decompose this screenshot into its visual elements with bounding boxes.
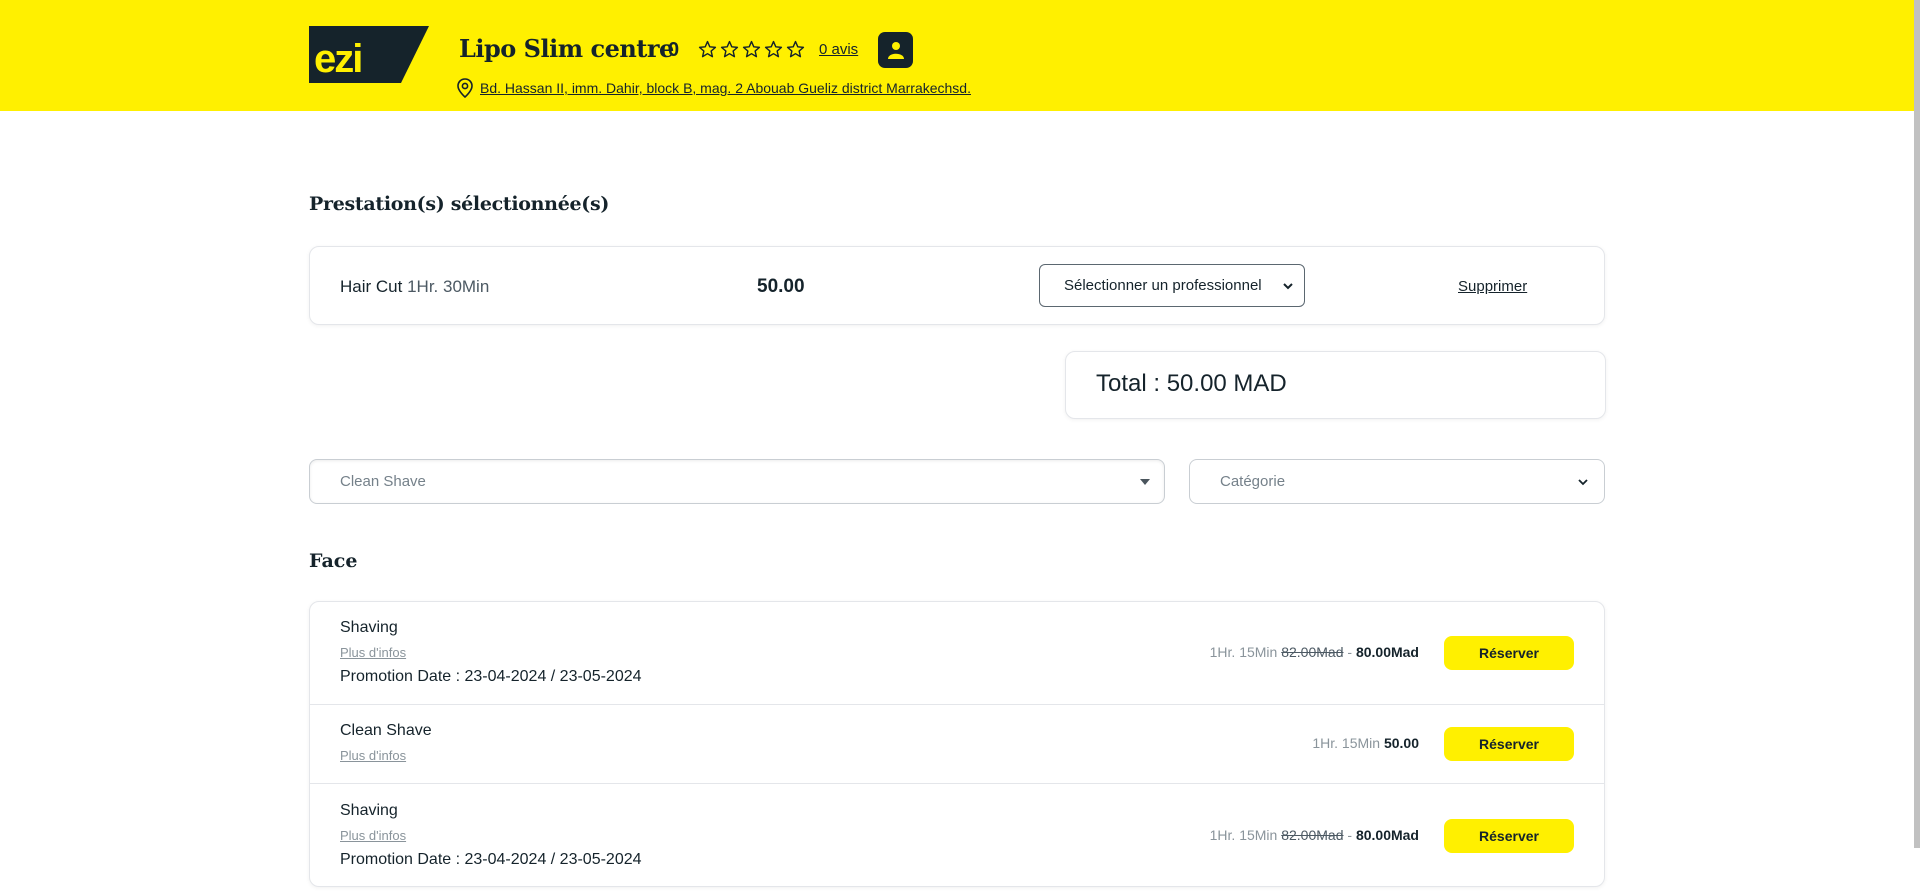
star-icon bbox=[764, 40, 783, 58]
service-name: Hair Cut bbox=[340, 277, 403, 296]
service-row-name: Shaving bbox=[340, 802, 398, 819]
service-row-price: 50.00 bbox=[1383, 735, 1419, 751]
service-row: Shaving Plus d'infos Promotion Date : 23… bbox=[310, 784, 1604, 886]
service-row-name: Clean Shave bbox=[340, 722, 432, 739]
category-group-title: Face bbox=[309, 550, 358, 572]
rating-stars bbox=[698, 40, 805, 59]
price-separator: - bbox=[1343, 644, 1356, 660]
selected-service-name: Hair Cut 1Hr. 30Min bbox=[340, 277, 489, 297]
service-row-duration: 1Hr. 15Min bbox=[1209, 644, 1282, 660]
user-icon bbox=[887, 42, 904, 59]
star-icon bbox=[698, 40, 717, 58]
business-name: Lipo Slim centre bbox=[459, 34, 674, 63]
chevron-down-icon bbox=[1578, 479, 1588, 486]
delete-service-link[interactable]: Supprimer bbox=[1458, 278, 1527, 295]
star-icon bbox=[786, 40, 805, 58]
service-list: Shaving Plus d'infos Promotion Date : 23… bbox=[309, 601, 1605, 887]
service-row-duration: 1Hr. 15Min bbox=[1209, 827, 1282, 843]
new-price: 80.00Mad bbox=[1355, 644, 1419, 660]
service-row-pricing: 1Hr. 15Min 50.00 bbox=[1312, 735, 1419, 751]
service-search-select[interactable]: Clean Shave bbox=[309, 459, 1165, 504]
professional-select-label: Sélectionner un professionnel bbox=[1064, 277, 1262, 294]
star-icon bbox=[742, 40, 761, 58]
price-separator: - bbox=[1343, 827, 1356, 843]
total-amount: Total : 50.00 MAD bbox=[1096, 370, 1287, 397]
promotion-date: Promotion Date : 23-04-2024 / 23-05-2024 bbox=[340, 851, 642, 868]
professional-select[interactable]: Sélectionner un professionnel bbox=[1039, 264, 1305, 307]
rating-value: 0 bbox=[668, 39, 680, 61]
location-pin-icon bbox=[457, 78, 473, 98]
reserve-button[interactable]: Réserver bbox=[1444, 636, 1574, 670]
logo-text: ezi bbox=[314, 37, 361, 81]
selected-service-card: Hair Cut 1Hr. 30Min 50.00 Sélectionner u… bbox=[309, 246, 1605, 325]
service-row: Shaving Plus d'infos Promotion Date : 23… bbox=[310, 602, 1604, 705]
selected-services-title: Prestation(s) sélectionnée(s) bbox=[309, 193, 610, 215]
service-search-value: Clean Shave bbox=[340, 473, 426, 490]
service-row-pricing: 1Hr. 15Min 82.00Mad - 80.00Mad bbox=[1210, 644, 1419, 660]
reserve-button[interactable]: Réserver bbox=[1444, 819, 1574, 853]
old-price: 82.00Mad bbox=[1281, 827, 1344, 843]
service-row-pricing: 1Hr. 15Min 82.00Mad - 80.00Mad bbox=[1210, 827, 1419, 843]
service-row: Clean Shave Plus d'infos 1Hr. 15Min 50.0… bbox=[310, 705, 1604, 784]
ezi-logo[interactable]: ezi bbox=[309, 26, 429, 83]
business-address-link[interactable]: Bd. Hassan II, imm. Dahir, block B, mag.… bbox=[480, 80, 971, 96]
promotion-date: Promotion Date : 23-04-2024 / 23-05-2024 bbox=[340, 668, 642, 685]
more-info-link[interactable]: Plus d'infos bbox=[340, 828, 406, 843]
more-info-link[interactable]: Plus d'infos bbox=[340, 748, 406, 763]
chevron-down-icon bbox=[1283, 283, 1293, 290]
service-row-name: Shaving bbox=[340, 619, 398, 636]
total-card: Total : 50.00 MAD bbox=[1065, 351, 1606, 419]
service-row-duration: 1Hr. 15Min bbox=[1312, 735, 1384, 751]
service-duration: 1Hr. 30Min bbox=[402, 277, 490, 296]
top-header: ezi Lipo Slim centre 0 0 avis Bd. Hassan… bbox=[0, 0, 1914, 111]
category-select[interactable]: Catégorie bbox=[1189, 459, 1605, 504]
star-icon bbox=[720, 40, 739, 58]
selected-service-price: 50.00 bbox=[757, 276, 805, 297]
category-placeholder: Catégorie bbox=[1220, 473, 1286, 490]
new-price: 80.00Mad bbox=[1355, 827, 1419, 843]
caret-down-icon bbox=[1140, 479, 1150, 485]
reviews-link[interactable]: 0 avis bbox=[819, 41, 858, 58]
old-price: 82.00Mad bbox=[1281, 644, 1344, 660]
user-account-button[interactable] bbox=[878, 32, 913, 68]
more-info-link[interactable]: Plus d'infos bbox=[340, 645, 406, 660]
page-scrollbar[interactable] bbox=[1914, 0, 1920, 848]
reserve-button[interactable]: Réserver bbox=[1444, 727, 1574, 761]
